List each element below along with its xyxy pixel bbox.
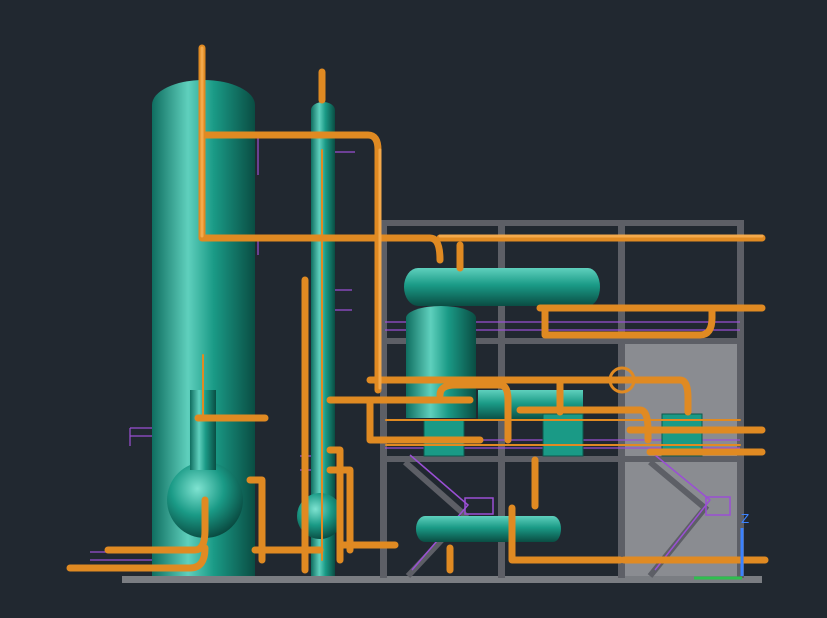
plant-model-scene[interactable]	[0, 0, 827, 618]
axis-z-label: Z	[741, 512, 750, 526]
ground-slab[interactable]	[122, 576, 762, 583]
cad-3d-viewport[interactable]: Z	[0, 0, 827, 618]
horizontal-drum-bottom[interactable]	[416, 516, 561, 542]
horizontal-drum-top[interactable]	[404, 268, 600, 306]
